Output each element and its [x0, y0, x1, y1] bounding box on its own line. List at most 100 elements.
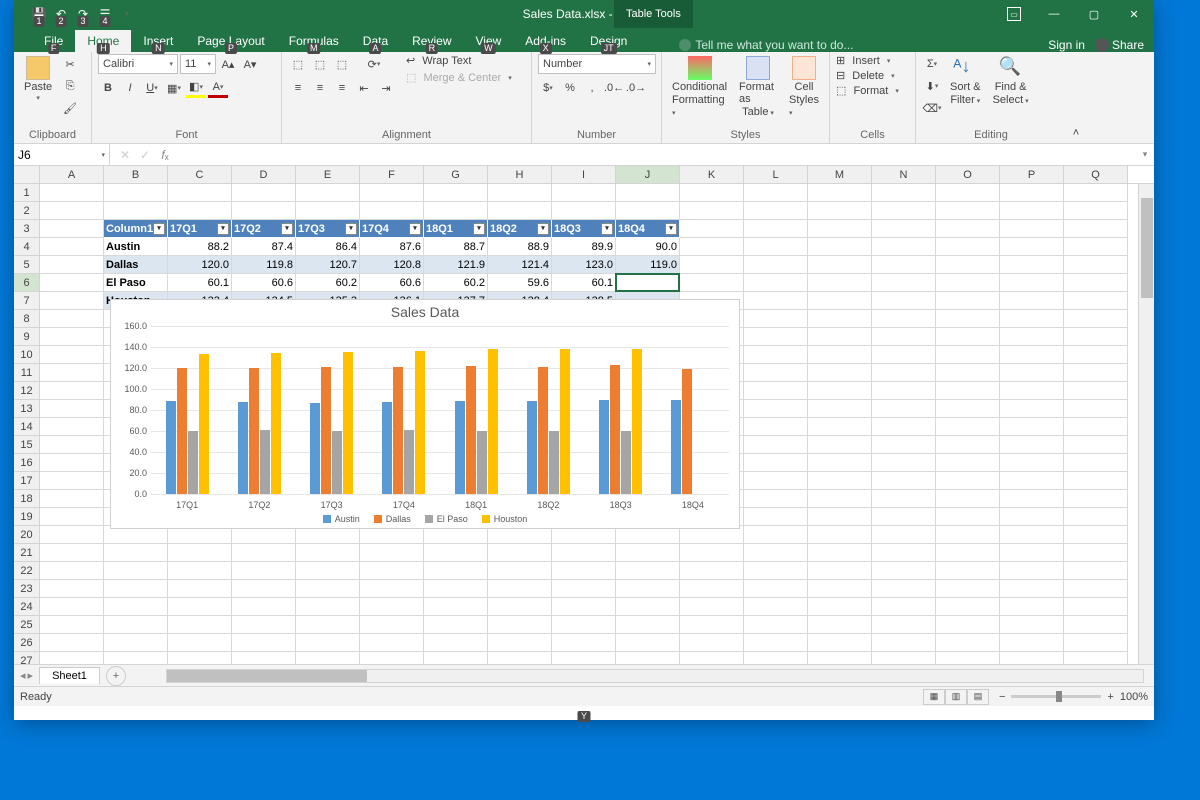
cell[interactable]	[872, 454, 936, 472]
cell[interactable]	[744, 328, 808, 346]
cell[interactable]	[872, 634, 936, 652]
new-sheet-icon[interactable]: +	[106, 666, 126, 686]
horizontal-scrollbar[interactable]	[166, 669, 1144, 683]
cell[interactable]	[1064, 202, 1128, 220]
cell[interactable]	[424, 562, 488, 580]
cell[interactable]	[488, 562, 552, 580]
increase-decimal-icon[interactable]: .0←	[604, 78, 624, 98]
row-header[interactable]: 12	[14, 382, 40, 400]
cell[interactable]	[808, 274, 872, 292]
cell[interactable]	[1064, 544, 1128, 562]
bar[interactable]	[321, 367, 331, 494]
row-header[interactable]: 14	[14, 418, 40, 436]
row-header[interactable]: 11	[14, 364, 40, 382]
cell[interactable]: 88.9	[488, 238, 552, 256]
cell[interactable]	[1064, 310, 1128, 328]
bar[interactable]	[199, 354, 209, 494]
cell[interactable]	[1064, 526, 1128, 544]
bar[interactable]	[632, 349, 642, 494]
cell[interactable]	[936, 634, 1000, 652]
filter-dropdown-icon[interactable]: ▾	[601, 223, 613, 235]
row-header[interactable]: 2	[14, 202, 40, 220]
cell[interactable]	[168, 202, 232, 220]
bar[interactable]	[599, 400, 609, 494]
cell[interactable]	[488, 544, 552, 562]
legend-item[interactable]: El Paso	[425, 514, 468, 524]
column-header[interactable]: Q	[1064, 166, 1128, 183]
column-header[interactable]: D	[232, 166, 296, 183]
filter-dropdown-icon[interactable]: ▾	[345, 223, 357, 235]
cell[interactable]: El Paso	[104, 274, 168, 292]
cell[interactable]	[872, 544, 936, 562]
cell[interactable]	[424, 634, 488, 652]
cell[interactable]	[936, 292, 1000, 310]
cell[interactable]	[104, 652, 168, 664]
redo-icon[interactable]: ↷3	[72, 3, 94, 25]
row-header[interactable]: 9	[14, 328, 40, 346]
cell[interactable]: 120.8	[360, 256, 424, 274]
cell[interactable]	[1000, 220, 1064, 238]
bold-icon[interactable]: B	[98, 78, 118, 98]
column-header[interactable]: P	[1000, 166, 1064, 183]
wrap-text-button[interactable]: ↩ Wrap Text	[406, 54, 512, 67]
underline-icon[interactable]: U ▾	[142, 78, 162, 98]
cell[interactable]	[104, 598, 168, 616]
column-header[interactable]: E	[296, 166, 360, 183]
cell[interactable]	[1064, 220, 1128, 238]
cell[interactable]	[1000, 544, 1064, 562]
cell[interactable]: 18Q4▾	[616, 220, 680, 238]
cell[interactable]	[40, 652, 104, 664]
cell[interactable]	[808, 202, 872, 220]
bar[interactable]	[549, 431, 559, 494]
cell[interactable]	[744, 562, 808, 580]
cell[interactable]	[872, 436, 936, 454]
align-middle-icon[interactable]: ⬚	[310, 54, 330, 74]
cell[interactable]	[936, 526, 1000, 544]
cell[interactable]	[744, 472, 808, 490]
cell[interactable]	[40, 634, 104, 652]
cell[interactable]	[232, 634, 296, 652]
minimize-icon[interactable]: —	[1034, 0, 1074, 28]
cell[interactable]	[808, 508, 872, 526]
row-header[interactable]: 23	[14, 580, 40, 598]
align-top-icon[interactable]: ⬚	[288, 54, 308, 74]
cell[interactable]	[616, 562, 680, 580]
filter-dropdown-icon[interactable]: ▾	[281, 223, 293, 235]
cell[interactable]	[488, 634, 552, 652]
cell[interactable]	[680, 274, 744, 292]
cell[interactable]	[872, 472, 936, 490]
cell[interactable]	[360, 634, 424, 652]
cell[interactable]	[808, 472, 872, 490]
cell[interactable]: 121.9	[424, 256, 488, 274]
cell[interactable]	[488, 202, 552, 220]
cell[interactable]	[1064, 562, 1128, 580]
cell[interactable]	[680, 562, 744, 580]
cell[interactable]	[872, 400, 936, 418]
cell[interactable]	[872, 562, 936, 580]
bar[interactable]	[177, 368, 187, 494]
row-header[interactable]: 6	[14, 274, 40, 292]
cell[interactable]	[1000, 454, 1064, 472]
cell[interactable]: 86.4	[296, 238, 360, 256]
cell[interactable]: 60.6	[232, 274, 296, 292]
cell[interactable]	[1000, 490, 1064, 508]
bar[interactable]	[188, 431, 198, 494]
cell[interactable]	[616, 634, 680, 652]
align-left-icon[interactable]: ≡	[288, 78, 308, 98]
cell[interactable]: 17Q4▾	[360, 220, 424, 238]
cell[interactable]	[488, 580, 552, 598]
row-header[interactable]: 24	[14, 598, 40, 616]
cell[interactable]	[1064, 616, 1128, 634]
cell[interactable]: 17Q1▾	[168, 220, 232, 238]
cell[interactable]	[40, 490, 104, 508]
cell[interactable]	[872, 202, 936, 220]
row-header[interactable]: 21	[14, 544, 40, 562]
cell[interactable]: 89.9	[552, 238, 616, 256]
cell[interactable]	[936, 580, 1000, 598]
cell[interactable]	[872, 310, 936, 328]
hscroll-thumb[interactable]	[167, 670, 367, 682]
cell[interactable]	[104, 202, 168, 220]
cell[interactable]: Dallas	[104, 256, 168, 274]
bar[interactable]	[238, 402, 248, 494]
bar[interactable]	[682, 369, 692, 494]
